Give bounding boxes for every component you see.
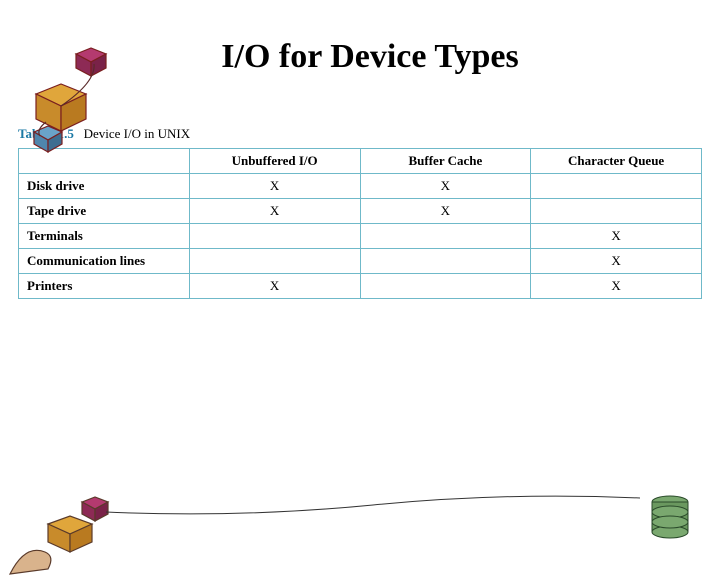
- table-row: Disk drive X X: [19, 174, 702, 199]
- cell-buffer-cache: [360, 274, 531, 299]
- clipart-stack-bottom-right: [642, 488, 698, 548]
- cell-char-queue: [531, 199, 702, 224]
- cell-buffer-cache: [360, 224, 531, 249]
- table-row: Terminals X: [19, 224, 702, 249]
- cell-device: Disk drive: [19, 174, 190, 199]
- cell-buffer-cache: X: [360, 174, 531, 199]
- col-header-unbuffered: Unbuffered I/O: [189, 149, 360, 174]
- table-row: Communication lines X: [19, 249, 702, 274]
- col-header-buffer-cache: Buffer Cache: [360, 149, 531, 174]
- device-io-table-wrap: Unbuffered I/O Buffer Cache Character Qu…: [18, 148, 702, 299]
- col-header-character-queue: Character Queue: [531, 149, 702, 174]
- cell-unbuffered: X: [189, 199, 360, 224]
- table-row: Printers X X: [19, 274, 702, 299]
- cell-char-queue: X: [531, 224, 702, 249]
- cell-unbuffered: X: [189, 174, 360, 199]
- cell-unbuffered: [189, 249, 360, 274]
- cell-device: Printers: [19, 274, 190, 299]
- clipart-cubes-top-left: [6, 44, 126, 154]
- cell-buffer-cache: X: [360, 199, 531, 224]
- cell-char-queue: X: [531, 249, 702, 274]
- table-row: Tape drive X X: [19, 199, 702, 224]
- clipart-hand-bottom-left: [0, 484, 120, 584]
- cell-unbuffered: X: [189, 274, 360, 299]
- cell-unbuffered: [189, 224, 360, 249]
- cell-buffer-cache: [360, 249, 531, 274]
- device-io-table: Unbuffered I/O Buffer Cache Character Qu…: [18, 148, 702, 299]
- cell-device: Tape drive: [19, 199, 190, 224]
- connector-line: [106, 490, 640, 520]
- cell-char-queue: X: [531, 274, 702, 299]
- page-title: I/O for Device Types: [60, 38, 680, 76]
- cell-device: Communication lines: [19, 249, 190, 274]
- cell-device: Terminals: [19, 224, 190, 249]
- cell-char-queue: [531, 174, 702, 199]
